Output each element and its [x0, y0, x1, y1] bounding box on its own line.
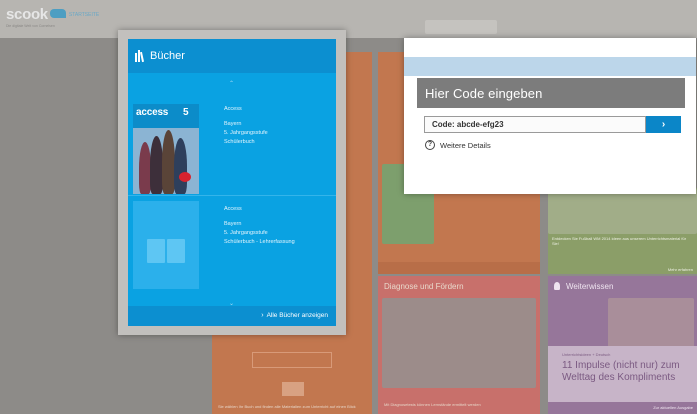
- scroll-up-chevron-icon[interactable]: ⌃: [229, 80, 234, 87]
- book-line: 5. Jahrgangsstufe: [224, 130, 268, 136]
- logo-text: scook: [6, 6, 48, 23]
- book-item[interactable]: access 5 Access Bayern 5. Jahrgangsstufe…: [128, 97, 336, 196]
- code-entry-box: Hier Code eingeben › ? Weitere Details: [415, 76, 685, 185]
- chevron-right-icon: ›: [261, 312, 264, 319]
- cover-photo: [133, 128, 199, 194]
- book-cover-image: access 5: [133, 104, 199, 194]
- book-line: Schülerbuch - Lehrerfassung: [224, 239, 295, 245]
- books-header: Bücher: [128, 39, 336, 73]
- logo-flag-icon: [49, 9, 66, 18]
- tile-weiterwissen-headline-2: Welttag des Kompliments: [562, 372, 676, 383]
- info-icon: ?: [425, 140, 435, 150]
- cover-title: access: [136, 107, 169, 118]
- top-navigation-bar: scook STARTSEITE Die digitale Welt von Co…: [0, 0, 697, 38]
- bulb-icon: [554, 282, 560, 290]
- top-search-field[interactable]: [425, 20, 497, 34]
- tile-fussball-photo: [548, 188, 697, 234]
- tile-fussball-text: Entdecken Sie Fußball WM 2014 ideen aus …: [552, 236, 687, 246]
- tile-weiterwissen-small: Unterrichtsideen + Deutsch: [562, 352, 611, 357]
- tile-weiterwissen-card: Unterrichtsideen + Deutsch 11 Impulse (n…: [548, 346, 697, 402]
- code-input[interactable]: [424, 116, 646, 133]
- code-title-bar: Hier Code eingeben: [417, 78, 685, 108]
- tile-access-footer: [378, 262, 540, 274]
- tile-diagnose-text: Mit Diagnosetests können Lernstände ermi…: [384, 402, 481, 407]
- tile-diagnose[interactable]: Diagnose und Fördern Mit Diagnosetests k…: [378, 276, 540, 414]
- tile-weiterwissen[interactable]: Weiterwissen Unterrichtsideen + Deutsch …: [548, 276, 697, 414]
- tile-materialien-text: Sie wählen Ihr Buch und finden alle Mate…: [218, 404, 356, 409]
- book-details: Access Bayern 5. Jahrgangsstufe Schülerb…: [224, 105, 268, 147]
- tile-diagnose-photo: [382, 298, 536, 388]
- tile-fussball[interactable]: Entdecken Sie Fußball WM 2014 ideen aus …: [548, 188, 697, 274]
- tile-fussball-link[interactable]: Mehr erfahren: [668, 267, 693, 272]
- all-books-link[interactable]: › Alle Bücher anzeigen: [261, 312, 328, 319]
- tile-materialien-box: [282, 382, 304, 396]
- book-placeholder-icon: [133, 201, 199, 289]
- book-series: Access: [224, 206, 242, 212]
- cover-number: 5: [183, 107, 189, 118]
- books-title: Bücher: [150, 50, 185, 62]
- cover-person: [174, 138, 187, 194]
- code-panel-strip: [404, 57, 696, 76]
- tile-materialien-icons: [252, 352, 332, 368]
- code-submit-button[interactable]: ›: [646, 116, 681, 133]
- books-footer: › Alle Bücher anzeigen: [128, 306, 336, 326]
- book-line: Bayern: [224, 221, 242, 227]
- book-details: Access Bayern 5. Jahrgangsstufe Schülerb…: [224, 205, 295, 247]
- logo-tagline: Die digitale Welt von Cornelsen: [6, 24, 55, 28]
- books-icon: [135, 50, 145, 63]
- book-line: Schülerbuch: [224, 139, 255, 145]
- book-item[interactable]: Access Bayern 5. Jahrgangsstufe Schülerb…: [128, 197, 336, 293]
- cover-sticker: [179, 172, 191, 182]
- code-title: Hier Code eingeben: [425, 86, 543, 101]
- logo-badge: STARTSEITE: [68, 12, 100, 18]
- tile-weiterwissen-link[interactable]: Zur aktuellen Ausgabe: [653, 405, 693, 410]
- tile-weiterwissen-title: Weiterwissen: [566, 282, 614, 291]
- tile-weiterwissen-headline-1: 11 Impulse (nicht nur) zum: [562, 360, 680, 371]
- tile-diagnose-title: Diagnose und Fördern: [384, 282, 464, 291]
- books-panel-content: Bücher ⌃ access 5 Access Bayern 5. Jahrg…: [128, 39, 336, 326]
- book-line: Bayern: [224, 121, 242, 127]
- all-books-label: Alle Bücher anzeigen: [266, 312, 328, 319]
- cover-header: access 5: [133, 104, 199, 128]
- more-details-label: Weitere Details: [440, 141, 491, 150]
- books-panel: Bücher ⌃ access 5 Access Bayern 5. Jahrg…: [118, 30, 346, 335]
- scook-logo[interactable]: scook STARTSEITE Die digitale Welt von Co…: [6, 6, 100, 28]
- book-series: Access: [224, 106, 242, 112]
- book-line: 5. Jahrgangsstufe: [224, 230, 268, 236]
- code-entry-panel: Hier Code eingeben › ? Weitere Details: [404, 38, 696, 194]
